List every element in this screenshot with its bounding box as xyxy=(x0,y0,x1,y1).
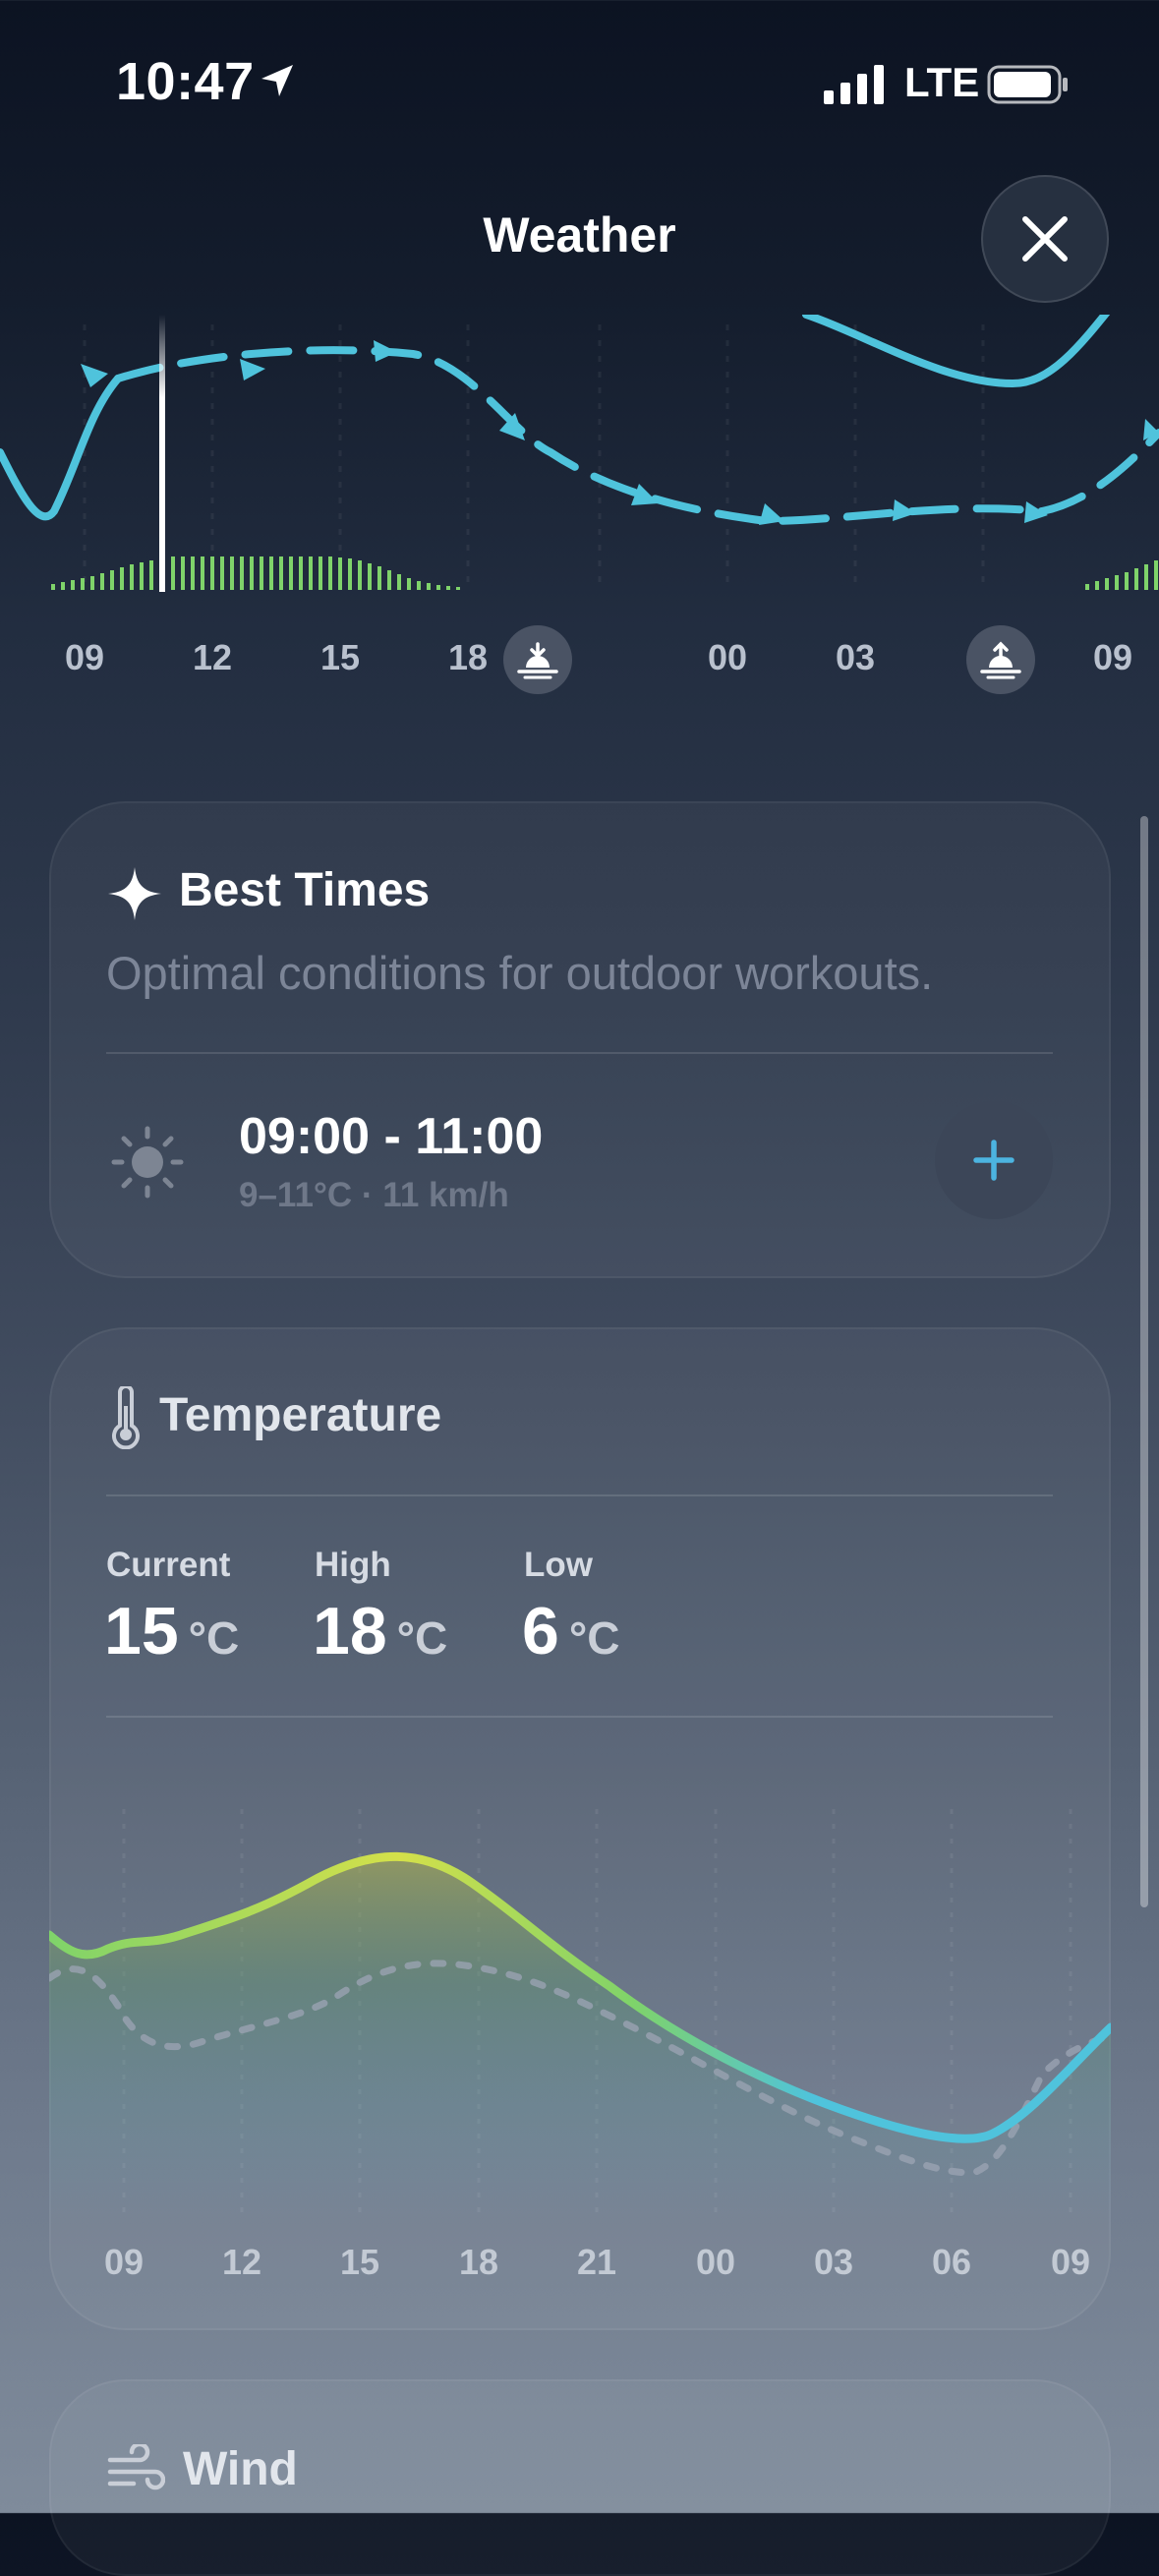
wind-title: Wind xyxy=(183,2443,298,2495)
temp-unit: °C xyxy=(396,1612,448,1664)
axis-hour-label: 21 xyxy=(576,2242,617,2282)
cellular-signal-icon xyxy=(824,65,884,104)
current-temp: 15 °C xyxy=(104,1593,239,1669)
thermometer-icon xyxy=(112,1386,140,1449)
sparkle-icon xyxy=(108,867,161,920)
temperature-chart xyxy=(49,1809,1111,2222)
low-label: Low xyxy=(524,1546,593,1584)
current-value: 15 xyxy=(104,1594,179,1669)
hour-label: 15 xyxy=(319,637,361,677)
axis-hour-label: 12 xyxy=(221,2242,262,2282)
status-time: 10:47 xyxy=(116,52,255,111)
divider xyxy=(106,1494,1053,1496)
high-value: 18 xyxy=(313,1594,387,1669)
network-type: LTE xyxy=(904,59,980,105)
hour-label: 12 xyxy=(192,637,233,677)
hour-label: 00 xyxy=(707,637,748,677)
high-label: High xyxy=(315,1546,391,1584)
wind-icon xyxy=(107,2444,165,2490)
axis-hour-label: 18 xyxy=(458,2242,499,2282)
hour-label: 03 xyxy=(835,637,876,677)
close-icon xyxy=(1022,216,1068,262)
sun-icon xyxy=(111,1126,184,1199)
hour-label: 09 xyxy=(1092,637,1133,677)
wind-timeline-chart xyxy=(0,315,1159,592)
hour-label: 18 xyxy=(447,637,489,677)
best-time-details: 9–11°C · 11 km/h xyxy=(239,1176,509,1214)
axis-hour-label: 03 xyxy=(813,2242,854,2282)
add-workout-button[interactable] xyxy=(935,1101,1053,1219)
divider xyxy=(106,1716,1053,1718)
current-label: Current xyxy=(106,1546,231,1584)
low-value: 6 xyxy=(522,1594,559,1669)
axis-hour-label: 06 xyxy=(931,2242,972,2282)
temp-unit: °C xyxy=(188,1612,240,1664)
hour-label: 09 xyxy=(64,637,105,677)
axis-hour-label: 09 xyxy=(103,2242,145,2282)
location-arrow-icon xyxy=(261,65,293,96)
sunset-icon xyxy=(503,625,572,694)
divider xyxy=(106,1052,1053,1054)
sunrise-icon xyxy=(966,625,1035,694)
plus-icon xyxy=(973,1140,1014,1181)
axis-hour-label: 15 xyxy=(339,2242,380,2282)
scrollbar[interactable] xyxy=(1140,816,1148,1907)
axis-hour-label: 00 xyxy=(695,2242,736,2282)
battery-icon xyxy=(987,65,1068,104)
axis-hour-label: 09 xyxy=(1050,2242,1091,2282)
best-time-slot: 09:00 - 11:00 xyxy=(239,1108,544,1165)
high-temp: 18 °C xyxy=(313,1593,447,1669)
close-button[interactable] xyxy=(981,175,1109,303)
temp-unit: °C xyxy=(568,1612,620,1664)
temperature-title: Temperature xyxy=(159,1389,442,1441)
best-times-title: Best Times xyxy=(179,864,431,916)
low-temp: 6 °C xyxy=(522,1593,619,1669)
best-times-subtitle: Optimal conditions for outdoor workouts. xyxy=(106,947,934,999)
